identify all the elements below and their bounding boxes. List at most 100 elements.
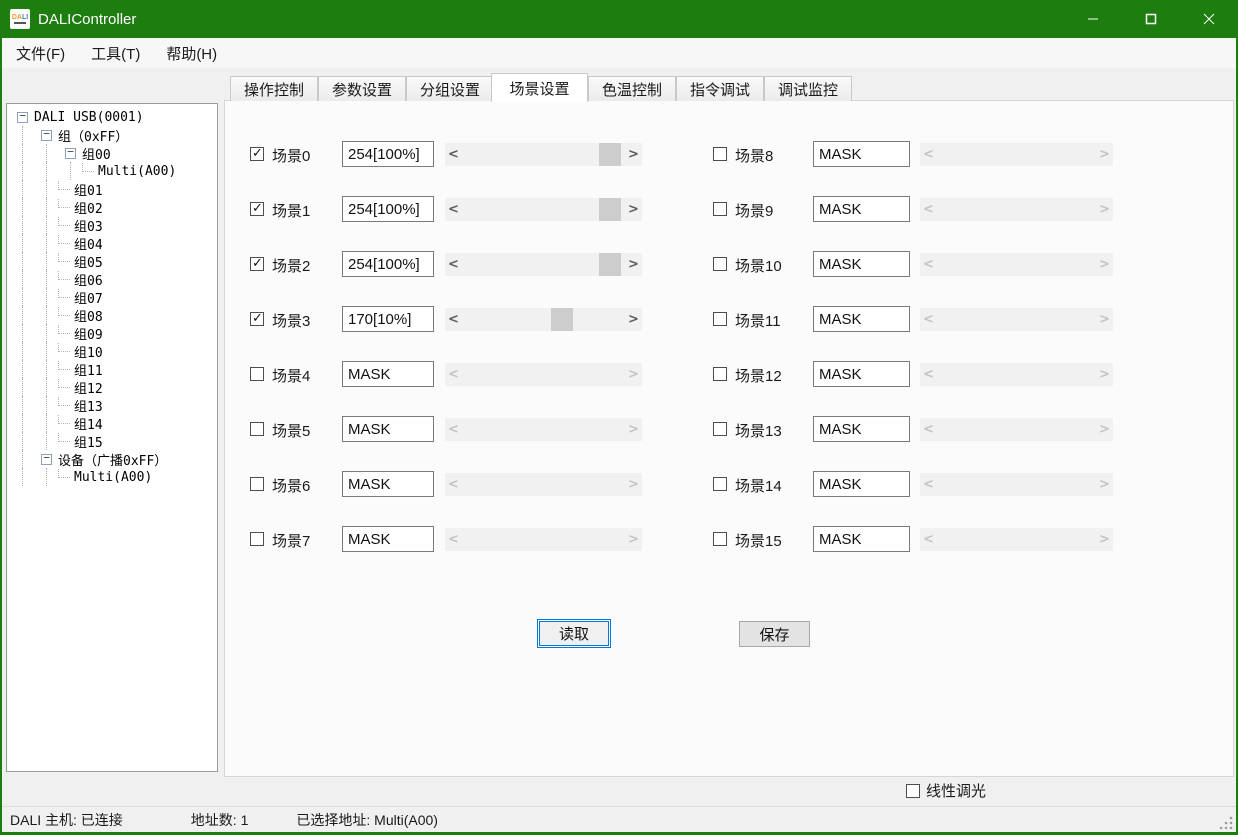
status-address-count: 地址数: 1 [191,810,249,830]
scene-14-label: 场景14 [735,475,782,496]
tab-5[interactable]: 指令调试 [676,76,764,101]
tree-guide-line [22,432,23,450]
tree-expander-icon[interactable] [65,148,76,159]
scene-row-14: 场景14 <> [225,470,1233,498]
scene-row-10: 场景10<> [225,250,1233,278]
tab-0[interactable]: 操作控制 [230,76,318,101]
tree-guide-line [22,198,23,216]
scene-9-checkbox[interactable] [713,202,727,216]
scene-15-value-input[interactable] [813,526,910,552]
tree-item[interactable]: 组02 [7,198,217,216]
linear-dimming-label: 线性调光 [926,780,986,801]
tree-item[interactable]: 组08 [7,306,217,324]
menu-help[interactable]: 帮助(H) [154,39,229,68]
tab-6[interactable]: 调试监控 [764,76,852,101]
titlebar: DALI DALIController [0,0,1238,38]
scene-13-level-scrollbar: <> [920,418,1113,441]
tab-1[interactable]: 参数设置 [318,76,406,101]
tree-guide-line [46,180,47,198]
scene-10-value-input[interactable] [813,251,910,277]
tree-item[interactable]: 组06 [7,270,217,288]
tree-connector [58,325,70,334]
tree-item[interactable]: 组03 [7,216,217,234]
tree-item[interactable]: 组11 [7,360,217,378]
scene-14-checkbox[interactable] [713,477,727,491]
tree-guide-line [22,288,23,306]
tree-guide-line [70,162,71,180]
tree-item-label: Multi(A00) [72,470,154,485]
minimize-button[interactable] [1064,0,1122,38]
scroll-right-icon: > [1096,143,1113,166]
scene-14-value-input[interactable] [813,471,910,497]
status-selected-address: 已选择地址: Multi(A00) [296,810,438,830]
tree-item[interactable]: 组15 [7,432,217,450]
tree-guide-line [22,252,23,270]
tree-item[interactable]: Multi(A00) [7,162,217,180]
tree-connector [58,379,70,388]
scene-10-checkbox[interactable] [713,257,727,271]
scene-14-level-scrollbar: <> [920,473,1113,496]
tree-item[interactable]: 组00 [7,144,217,162]
tree-item[interactable]: 组10 [7,342,217,360]
scroll-right-icon: > [1096,363,1113,386]
tree-item[interactable]: 组13 [7,396,217,414]
scene-8-value-input[interactable] [813,141,910,167]
scene-13-checkbox[interactable] [713,422,727,436]
tree-item[interactable]: 组14 [7,414,217,432]
menu-file[interactable]: 文件(F) [4,39,77,68]
tree-guide-line [46,324,47,342]
tree-guide-line [46,468,47,486]
tree-expander-icon[interactable] [41,454,52,465]
maximize-button[interactable] [1122,0,1180,38]
tree-item[interactable]: 组12 [7,378,217,396]
scene-11-label: 场景11 [735,310,781,331]
tree-guide-line [22,216,23,234]
read-button[interactable]: 读取 [537,619,611,648]
tree-guide-line [22,144,23,162]
scene-13-value-input[interactable] [813,416,910,442]
scroll-left-icon: < [920,143,937,166]
tree-guide-line [46,234,47,252]
tree-item-label: 组13 [72,396,105,415]
tree-item[interactable]: DALI USB(0001) [7,108,217,126]
close-button[interactable] [1180,0,1238,38]
scroll-left-icon: < [920,198,937,221]
scene-11-checkbox[interactable] [713,312,727,326]
tree-item[interactable]: 组（0xFF） [7,126,217,144]
save-button[interactable]: 保存 [739,621,810,647]
scene-12-checkbox[interactable] [713,367,727,381]
tree-connector [58,289,70,298]
tree-connector [58,361,70,370]
resize-grip[interactable] [1220,816,1233,829]
tree-item[interactable]: 组05 [7,252,217,270]
scene-13-label: 场景13 [735,420,782,441]
tree-item[interactable]: 设备（广播0xFF） [7,450,217,468]
scene-11-value-input[interactable] [813,306,910,332]
tree-item[interactable]: 组01 [7,180,217,198]
tree-item-label: 组09 [72,324,105,343]
tree-item-label: 组07 [72,288,105,307]
tree-item[interactable]: 组07 [7,288,217,306]
tree-item[interactable]: 组09 [7,324,217,342]
tab-4[interactable]: 色温控制 [588,76,676,101]
scroll-left-icon: < [920,528,937,551]
tab-2[interactable]: 分组设置 [406,76,494,101]
scene-15-checkbox[interactable] [713,532,727,546]
scene-12-label: 场景12 [735,365,782,386]
scene-12-value-input[interactable] [813,361,910,387]
tree-connector [58,307,70,316]
scene-9-value-input[interactable] [813,196,910,222]
scene-8-checkbox[interactable] [713,147,727,161]
linear-dimming-checkbox[interactable] [906,784,920,798]
tree-item[interactable]: 组04 [7,234,217,252]
tree-expander-icon[interactable] [17,112,28,123]
tab-3[interactable]: 场景设置 [491,73,588,102]
menu-tools[interactable]: 工具(T) [79,39,152,68]
tree-expander-icon[interactable] [41,130,52,141]
tree-item-label: 组02 [72,198,105,217]
app-icon: DALI [10,9,30,29]
tree-connector [82,163,94,172]
tree-item-label: 组04 [72,234,105,253]
tree-item[interactable]: Multi(A00) [7,468,217,486]
tree-guide-line [46,216,47,234]
